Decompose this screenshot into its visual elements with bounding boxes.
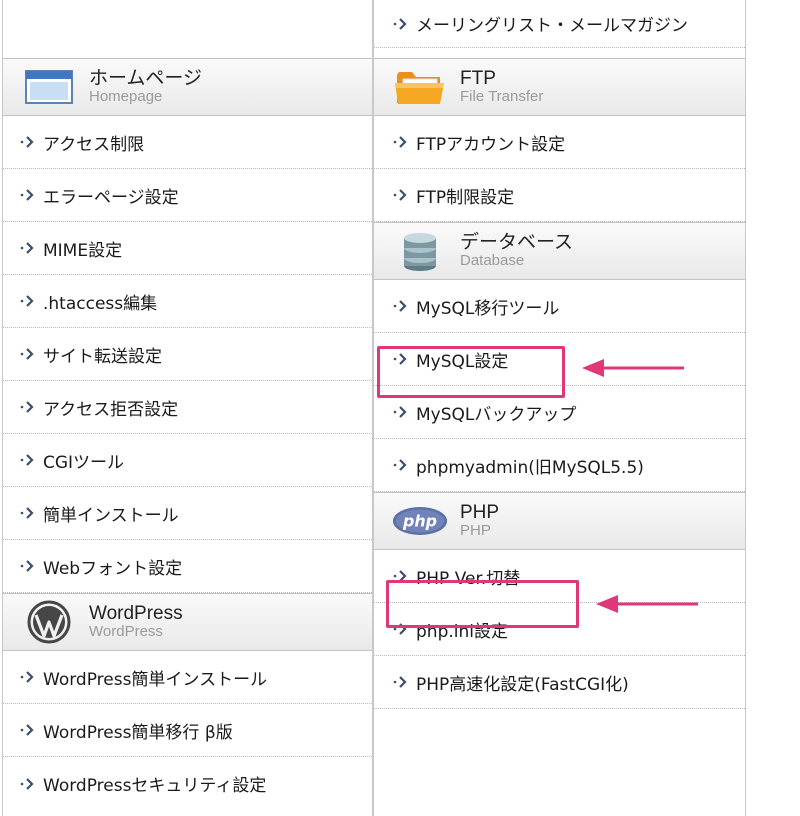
- homepage-section-header: ホームページ Homepage: [3, 58, 372, 116]
- left-menu-column: ホームページ Homepage アクセス制限 エラーページ設定 MIME設定 .…: [2, 0, 373, 816]
- right-menu-column: メーリングリスト・メールマガジン FTP File Transfer FTPアカ…: [373, 0, 746, 816]
- wordpress-section-header: WordPress WordPress: [3, 593, 372, 651]
- menu-item-label: FTPアカウント設定: [416, 134, 566, 155]
- menu-item-wp-easy-install[interactable]: WordPress簡単インストール: [3, 651, 372, 704]
- chevron-right-icon: [20, 777, 34, 790]
- menu-item-label: エラーページ設定: [43, 187, 179, 208]
- php-section-subtitle: PHP: [460, 522, 491, 540]
- chevron-right-icon: [20, 242, 34, 254]
- menu-item-easy-install[interactable]: 簡単インストール: [3, 487, 372, 540]
- php-logo-icon: php: [392, 499, 448, 543]
- menu-item-mysql-migration[interactable]: MySQL移行ツール: [374, 280, 745, 333]
- menu-item-label: .htaccess編集: [43, 293, 158, 314]
- menu-item-label: MIME設定: [43, 240, 123, 261]
- chevron-right-icon: [20, 560, 34, 572]
- chevron-right-icon: [393, 189, 407, 201]
- menu-item-site-redirect[interactable]: サイト転送設定: [3, 328, 372, 381]
- menu-item-label: PHP高速化設定(FastCGI化): [416, 674, 629, 695]
- menu-item-label: 簡単インストール: [43, 505, 179, 526]
- menu-item-label: WordPress簡単インストール: [43, 669, 268, 690]
- left-top-spacer: [3, 0, 372, 58]
- menu-item-label: アクセス拒否設定: [43, 399, 179, 420]
- menu-item-php-fastcgi[interactable]: PHP高速化設定(FastCGI化): [374, 656, 745, 709]
- chevron-right-icon: [393, 17, 407, 30]
- menu-item-label: FTP制限設定: [416, 187, 515, 208]
- chevron-right-icon: [20, 671, 34, 683]
- menu-item-label: WordPressセキュリティ設定: [43, 776, 267, 796]
- chevron-right-icon: [20, 507, 34, 519]
- database-section-title: データベース: [460, 231, 574, 254]
- chevron-right-icon: [20, 136, 34, 148]
- database-icon: [392, 229, 448, 273]
- menu-item-phpmyadmin[interactable]: phpmyadmin(旧MySQL5.5): [374, 439, 745, 492]
- menu-item-label: phpmyadmin(旧MySQL5.5): [416, 457, 644, 478]
- chevron-right-icon: [393, 406, 407, 418]
- chevron-right-icon: [393, 136, 407, 148]
- right-top-gap: [374, 48, 745, 58]
- menu-item-mailing-list[interactable]: メーリングリスト・メールマガジン: [374, 0, 745, 48]
- menu-item-label: WordPress簡単移行 β版: [43, 722, 233, 743]
- menu-item-label: MySQL移行ツール: [416, 298, 560, 319]
- homepage-window-icon: [21, 65, 77, 109]
- menu-item-label: アクセス制限: [43, 134, 145, 155]
- database-section-header: データベース Database: [374, 222, 745, 280]
- menu-item-error-page[interactable]: エラーページ設定: [3, 169, 372, 222]
- wordpress-logo-icon: [21, 600, 77, 644]
- menu-item-label: サイト転送設定: [43, 346, 162, 367]
- menu-item-label: メーリングリスト・メールマガジン: [416, 16, 688, 36]
- menu-item-htaccess[interactable]: .htaccess編集: [3, 275, 372, 328]
- menu-item-ftp-restriction[interactable]: FTP制限設定: [374, 169, 745, 222]
- svg-text:php: php: [402, 512, 437, 531]
- menu-item-cgi-tool[interactable]: CGIツール: [3, 434, 372, 487]
- menu-item-ftp-account[interactable]: FTPアカウント設定: [374, 116, 745, 169]
- chevron-right-icon: [20, 401, 34, 413]
- homepage-section-subtitle: Homepage: [89, 88, 163, 106]
- ftp-section-header: FTP File Transfer: [374, 58, 745, 116]
- menu-item-mime[interactable]: MIME設定: [3, 222, 372, 275]
- chevron-right-icon: [20, 724, 34, 736]
- chevron-right-icon: [393, 676, 407, 688]
- ftp-section-subtitle: File Transfer: [460, 88, 544, 106]
- php-version-highlight-box: [386, 580, 579, 628]
- chevron-right-icon: [393, 300, 407, 312]
- chevron-right-icon: [20, 454, 34, 466]
- database-section-subtitle: Database: [460, 252, 525, 270]
- menu-item-label: CGIツール: [43, 452, 125, 473]
- menu-item-label: Webフォント設定: [43, 558, 183, 579]
- menu-item-wp-security[interactable]: WordPressセキュリティ設定: [3, 757, 372, 810]
- chevron-right-icon: [20, 348, 34, 360]
- wordpress-section-title: WordPress: [89, 603, 183, 625]
- chevron-right-icon: [20, 295, 34, 307]
- ftp-section-title: FTP: [460, 68, 496, 90]
- arrow-left-icon: [596, 595, 698, 613]
- wordpress-section-subtitle: WordPress: [89, 623, 163, 641]
- chevron-right-icon: [20, 189, 34, 201]
- menu-item-web-font[interactable]: Webフォント設定: [3, 540, 372, 593]
- menu-item-wp-easy-migrate[interactable]: WordPress簡単移行 β版: [3, 704, 372, 757]
- arrow-left-icon: [582, 359, 684, 377]
- menu-item-access-restriction[interactable]: アクセス制限: [3, 116, 372, 169]
- php-section-title: PHP: [460, 502, 500, 524]
- mysql-settings-highlight-box: [377, 346, 565, 398]
- folder-icon: [392, 65, 448, 109]
- chevron-right-icon: [393, 459, 407, 471]
- php-section-header: php PHP PHP: [374, 492, 745, 550]
- homepage-section-title: ホームページ: [89, 67, 203, 90]
- menu-item-label: MySQLバックアップ: [416, 404, 577, 425]
- menu-item-access-deny[interactable]: アクセス拒否設定: [3, 381, 372, 434]
